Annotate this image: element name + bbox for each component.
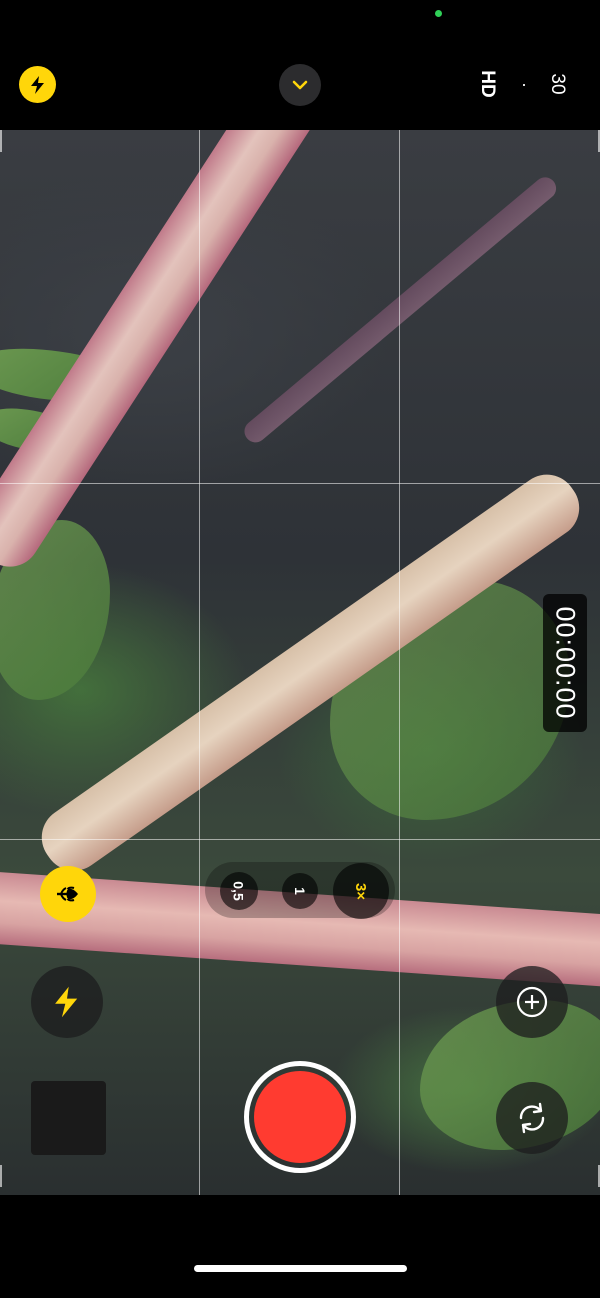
frame-rate-label[interactable]: 30 (545, 67, 569, 101)
exposure-plus-icon (516, 986, 548, 1018)
grid-line (0, 483, 600, 484)
bolt-icon (55, 986, 78, 1018)
plant-stem (240, 172, 561, 447)
zoom-label: 3× (352, 882, 370, 900)
frame-corner (0, 130, 2, 152)
timer-text: 00:00:00 (550, 606, 581, 720)
zoom-0-5-button[interactable]: 0,5 (220, 872, 258, 910)
frame-corner (0, 1165, 2, 1187)
grid-line (399, 130, 400, 1195)
exposure-button[interactable] (496, 966, 568, 1038)
record-button[interactable] (244, 1061, 356, 1173)
home-indicator[interactable] (194, 1265, 407, 1272)
grid-line (199, 130, 200, 1195)
video-format-label[interactable]: HD (475, 67, 499, 101)
camera-controls-toggle[interactable] (279, 64, 321, 106)
zoom-1x-button[interactable]: 1 (282, 873, 318, 909)
recording-timer: 00:00:00 (543, 594, 587, 732)
camera-in-use-indicator (435, 10, 442, 17)
format-separator: · (521, 74, 527, 94)
zoom-label: 0,5 (231, 881, 247, 901)
record-indicator (254, 1071, 346, 1163)
bolt-icon (30, 75, 44, 94)
grid-line (0, 839, 600, 840)
switch-camera-icon (519, 1102, 545, 1134)
chevron-down-icon (292, 80, 308, 90)
flash-mode-button[interactable] (19, 66, 56, 103)
camera-viewfinder[interactable] (0, 130, 600, 1195)
zoom-3x-button[interactable]: 3× (333, 863, 389, 919)
macro-toggle-button[interactable] (40, 866, 96, 922)
flash-button[interactable] (31, 966, 103, 1038)
zoom-label: 1 (291, 887, 308, 895)
bottom-bar (0, 1195, 600, 1298)
tulip-icon (57, 886, 78, 902)
last-capture-thumbnail[interactable] (31, 1081, 106, 1155)
switch-camera-button[interactable] (496, 1082, 568, 1154)
